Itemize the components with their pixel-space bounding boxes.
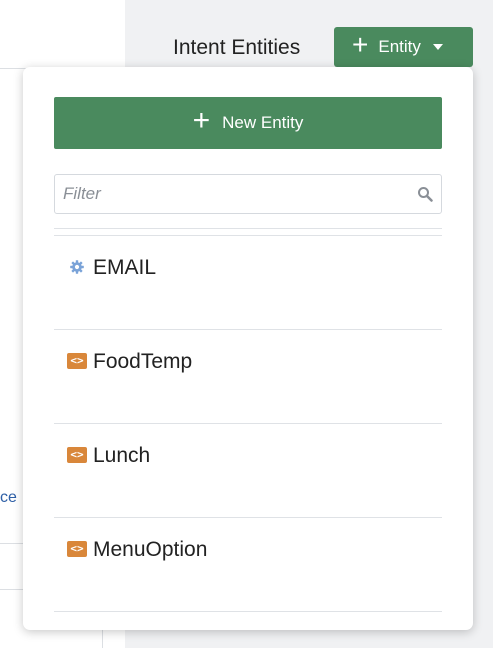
caret-down-icon	[432, 44, 443, 50]
entity-dropdown-menu: + New Entity Filter EMAIL <> FoodTemp <>…	[23, 67, 473, 630]
entity-label: MenuOption	[93, 538, 208, 561]
new-entity-button[interactable]: + New Entity	[54, 97, 442, 149]
divider	[54, 228, 442, 229]
code-icon: <>	[67, 447, 87, 463]
page-title: Intent Entities	[173, 36, 301, 59]
search-icon[interactable]	[417, 186, 433, 202]
entity-dropdown-button[interactable]: + Entity	[334, 27, 473, 67]
list-item[interactable]: EMAIL	[54, 236, 442, 330]
entity-label: EMAIL	[93, 256, 157, 279]
code-icon: <>	[67, 353, 87, 369]
plus-icon: +	[192, 104, 211, 137]
list-item[interactable]: <> Lunch	[54, 424, 442, 518]
gear-icon	[70, 260, 84, 274]
filter-input[interactable]	[55, 175, 405, 213]
code-icon: <>	[67, 541, 87, 557]
list-item[interactable]: <> MenuOption	[54, 518, 442, 612]
plus-icon: +	[352, 29, 369, 60]
entity-label: FoodTemp	[93, 350, 193, 373]
new-entity-label: New Entity	[222, 113, 304, 132]
background-link[interactable]: ce	[0, 489, 24, 507]
entity-button-label: Entity	[378, 37, 421, 56]
list-item[interactable]: <> FoodTemp	[54, 330, 442, 424]
entity-label: Lunch	[93, 444, 151, 467]
filter-field[interactable]	[54, 174, 442, 214]
entity-list: EMAIL <> FoodTemp <> Lunch <> MenuOption	[54, 236, 442, 612]
